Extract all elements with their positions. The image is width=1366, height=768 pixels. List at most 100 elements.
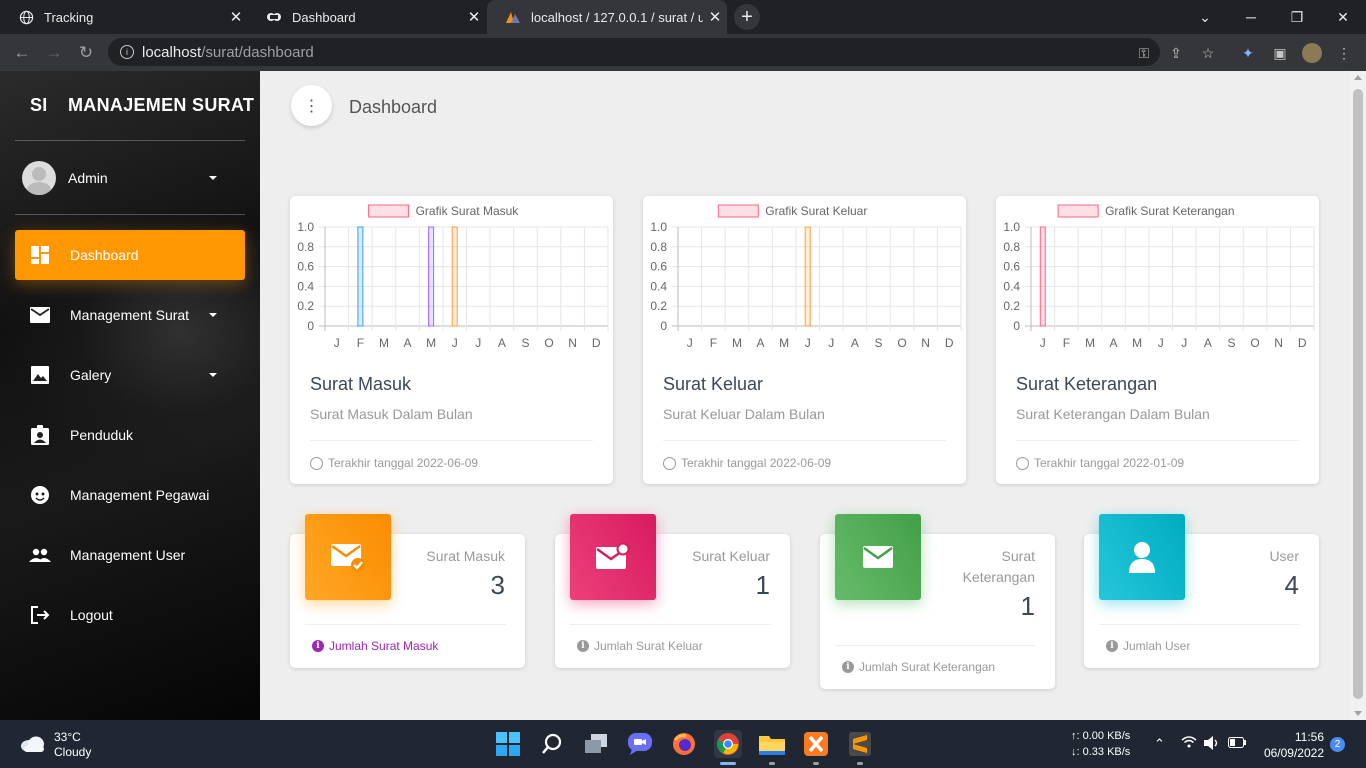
legend-swatch: [717, 204, 759, 218]
mail-icon: [835, 514, 921, 600]
search-icon[interactable]: [538, 730, 566, 758]
tab-dashboard[interactable]: Dashboard ✕: [248, 0, 486, 34]
chevron-up-icon[interactable]: ⌃: [1154, 736, 1165, 752]
chat-icon[interactable]: [626, 730, 654, 758]
nav-penduduk[interactable]: Penduduk: [15, 410, 245, 460]
chart-card-surat-keterangan: Grafik Surat Keterangan 1.0 0.8 0.6 0.4 0.2 0 J…: [996, 196, 1319, 484]
firefox-icon[interactable]: [670, 730, 698, 758]
stat-category-line: Keterangan: [962, 569, 1035, 585]
extensions-icon[interactable]: ✦: [1238, 43, 1258, 63]
info-icon[interactable]: i: [120, 45, 134, 59]
tab-strip: Tracking ✕ Dashboard ✕ localhost / 127.0…: [0, 0, 1366, 34]
scrollbar[interactable]: [1350, 71, 1366, 720]
close-window-button[interactable]: ✕: [1320, 0, 1366, 34]
sublime-text-icon[interactable]: [846, 730, 874, 758]
face-icon: [29, 484, 51, 506]
x-tick-label: M: [732, 336, 742, 350]
close-icon[interactable]: ✕: [703, 8, 727, 26]
nav-galery[interactable]: Galery: [15, 350, 245, 400]
nav-logout[interactable]: Logout: [15, 590, 245, 640]
sidebar: SI MANAJEMEN SURAT Admin Dashboard Manag…: [0, 71, 260, 720]
new-tab-button[interactable]: +: [734, 4, 760, 30]
running-indicator: [769, 762, 775, 765]
star-icon[interactable]: ☆: [1198, 43, 1218, 63]
wifi-icon[interactable]: [1181, 736, 1197, 751]
stat-footer: i Jumlah Surat Keterangan: [842, 660, 995, 674]
nav-management-pegawai[interactable]: Management Pegawai: [15, 470, 245, 520]
legend-label: Grafik Surat Keluar: [765, 204, 867, 218]
weather-widget[interactable]: 33°C Cloudy: [20, 730, 91, 760]
scrollbar-thumb[interactable]: [1353, 89, 1363, 699]
bar[interactable]: [428, 226, 435, 327]
info-icon: i: [312, 640, 324, 652]
chart-legend[interactable]: Grafik Surat Masuk: [368, 204, 520, 218]
notification-badge[interactable]: 2: [1330, 737, 1345, 752]
xampp-icon[interactable]: [802, 730, 830, 758]
stat-footer-text: Jumlah Surat Masuk: [329, 639, 439, 653]
close-icon[interactable]: ✕: [224, 8, 248, 26]
stat-category: Surat Keluar: [692, 548, 770, 564]
bar[interactable]: [357, 226, 364, 327]
profile-avatar[interactable]: [1302, 43, 1322, 63]
chevron-down-icon[interactable]: ⌄: [1182, 0, 1228, 34]
sidebar-toggle-button[interactable]: ⋮: [291, 85, 332, 126]
scroll-down-icon[interactable]: [1354, 711, 1362, 716]
divider: [15, 214, 245, 215]
bar[interactable]: [1039, 226, 1046, 327]
weather-temp: 33°C: [54, 730, 81, 744]
x-tick-label: J: [828, 336, 834, 350]
share-icon[interactable]: ⇪: [1166, 43, 1186, 63]
y-tick-label: 0.4: [1003, 279, 1020, 293]
upload-speed: ↑: 0.00 KB/s: [1071, 730, 1131, 742]
clock-icon: [310, 456, 323, 470]
x-tick-label: M: [379, 336, 389, 350]
key-icon[interactable]: ⚿: [1134, 43, 1154, 63]
back-button[interactable]: ←: [9, 40, 35, 66]
nav-dashboard[interactable]: Dashboard: [15, 230, 245, 280]
forward-button[interactable]: →: [41, 40, 67, 66]
clock[interactable]: 11:56 06/09/2022: [1258, 729, 1324, 761]
stat-footer-text: Jumlah Surat Keterangan: [859, 660, 996, 674]
tab-phpmyadmin[interactable]: localhost / 127.0.0.1 / surat / user ✕: [487, 0, 727, 34]
menu-icon[interactable]: ⋮: [1334, 43, 1354, 63]
chart-legend[interactable]: Grafik Surat Keluar: [717, 204, 867, 218]
date-text: 06/09/2022: [1263, 746, 1324, 760]
card-footer-text: Terakhir tanggal 2022-01-09: [1034, 456, 1185, 470]
y-tick-label: 0.8: [297, 240, 314, 254]
bar[interactable]: [804, 226, 811, 327]
info-icon: i: [842, 661, 854, 673]
logout-icon: [29, 604, 51, 626]
reload-button[interactable]: ↻: [73, 40, 99, 66]
stat-category: Surat Masuk: [426, 548, 505, 564]
scroll-up-icon[interactable]: [1354, 75, 1362, 80]
x-tick-label: A: [757, 336, 765, 350]
x-tick-label: O: [544, 336, 553, 350]
bar[interactable]: [451, 226, 458, 327]
stat-card-surat-masuk: Surat Masuk 3 i Jumlah Surat Masuk: [290, 514, 525, 668]
minimize-button[interactable]: ─: [1228, 0, 1274, 34]
tab-tracking[interactable]: Tracking ✕: [0, 0, 248, 34]
nav-management-user[interactable]: Management User: [15, 530, 245, 580]
y-tick-label: 1.0: [1003, 220, 1020, 234]
task-view-icon[interactable]: [582, 730, 610, 758]
info-icon: i: [1106, 640, 1118, 652]
file-explorer-icon[interactable]: [758, 730, 786, 758]
chart-legend[interactable]: Grafik Surat Keterangan: [1057, 204, 1235, 218]
chrome-icon[interactable]: [714, 730, 742, 758]
card-subtitle: Surat Keterangan Dalam Bulan: [1016, 406, 1210, 422]
volume-icon[interactable]: [1204, 736, 1220, 753]
restore-button[interactable]: ❐: [1274, 0, 1320, 34]
user-menu[interactable]: Admin: [22, 161, 232, 195]
y-tick-label: 0: [1013, 319, 1020, 333]
close-icon[interactable]: ✕: [462, 8, 486, 26]
battery-icon[interactable]: [1228, 736, 1246, 751]
y-tick-label: 0.8: [650, 240, 667, 254]
legend-swatch: [368, 204, 410, 218]
side-panel-icon[interactable]: ▣: [1270, 43, 1290, 63]
address-bar[interactable]: i localhost/surat/dashboard: [108, 38, 1160, 66]
x-tick-label: S: [1227, 336, 1235, 350]
windows-start-icon[interactable]: [494, 730, 522, 758]
mail-check-icon: [305, 514, 391, 600]
x-tick-label: M: [1085, 336, 1095, 350]
nav-management-surat[interactable]: Management Surat: [15, 290, 245, 340]
